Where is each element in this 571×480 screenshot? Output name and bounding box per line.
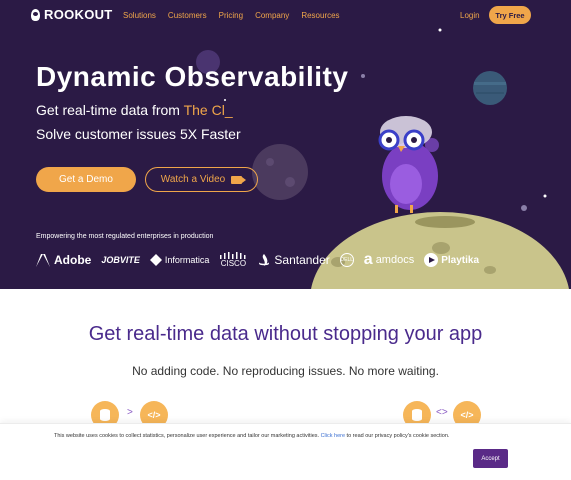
adobe-logo: Adobe <box>36 253 91 267</box>
santander-flame-icon <box>259 253 270 266</box>
hero-subtitle-typed: The Cl_ <box>183 102 233 118</box>
jobvite-logo: JOBVITE <box>101 255 140 265</box>
dell-logo: DELL <box>339 253 354 267</box>
playtika-icon <box>424 253 439 267</box>
amdocs-logo: a amdocs <box>363 251 415 268</box>
cookie-banner: This website uses cookies to collect sta… <box>0 423 571 480</box>
main-menu: Solutions Customers Pricing Company Reso… <box>123 11 340 20</box>
hero-section: ROOKOUT Solutions Customers Pricing Comp… <box>0 0 571 289</box>
cisco-logo: CISCO <box>219 252 247 268</box>
logo-text: ROOKOUT <box>44 7 113 22</box>
login-link[interactable]: Login <box>460 11 480 20</box>
menu-item-company[interactable]: Company <box>255 11 289 20</box>
arrows-bidirectional-icon: <> <box>436 407 448 418</box>
empower-text: Empowering the most regulated enterprise… <box>36 233 214 240</box>
hero-subtitle-line2: Solve customer issues 5X Faster <box>36 126 241 142</box>
playtika-logo: Playtika <box>424 253 479 267</box>
watch-video-button[interactable]: Watch a Video <box>145 167 258 192</box>
section-heading: Get real-time data without stopping your… <box>88 323 483 345</box>
section-subheading: No adding code. No reproducing issues. N… <box>132 364 439 378</box>
arrow-right-icon: > <box>127 407 133 418</box>
accept-cookies-button[interactable]: Accept <box>473 449 508 468</box>
informatica-logo: Informatica <box>149 254 209 266</box>
top-nav: ROOKOUT Solutions Customers Pricing Comp… <box>0 0 571 30</box>
adobe-icon <box>36 253 50 267</box>
try-free-button[interactable]: Try Free <box>489 6 531 24</box>
menu-item-solutions[interactable]: Solutions <box>123 11 156 20</box>
menu-item-customers[interactable]: Customers <box>168 11 207 20</box>
hero-title: Dynamic Observability <box>36 61 349 92</box>
menu-item-resources[interactable]: Resources <box>301 11 339 20</box>
space-background <box>196 28 569 289</box>
video-camera-icon <box>231 175 247 184</box>
get-demo-button[interactable]: Get a Demo <box>36 167 136 192</box>
watch-video-label: Watch a Video <box>160 174 226 185</box>
informatica-icon <box>149 254 162 266</box>
hero-subtitle: Get real-time data from The Cl_ <box>36 102 233 118</box>
customer-logos: Adobe JOBVITE Informatica CISCO Santande… <box>36 251 479 269</box>
santander-logo: Santander <box>257 253 330 267</box>
owl-logo-icon <box>31 8 40 21</box>
rookout-logo[interactable]: ROOKOUT <box>31 7 113 22</box>
hero-subtitle-prefix: Get real-time data from <box>36 102 184 118</box>
cookie-text: This website uses cookies to collect sta… <box>54 433 450 439</box>
menu-item-pricing[interactable]: Pricing <box>219 11 243 20</box>
cookie-policy-link[interactable]: Click here <box>321 433 345 439</box>
cisco-icon <box>220 252 246 259</box>
